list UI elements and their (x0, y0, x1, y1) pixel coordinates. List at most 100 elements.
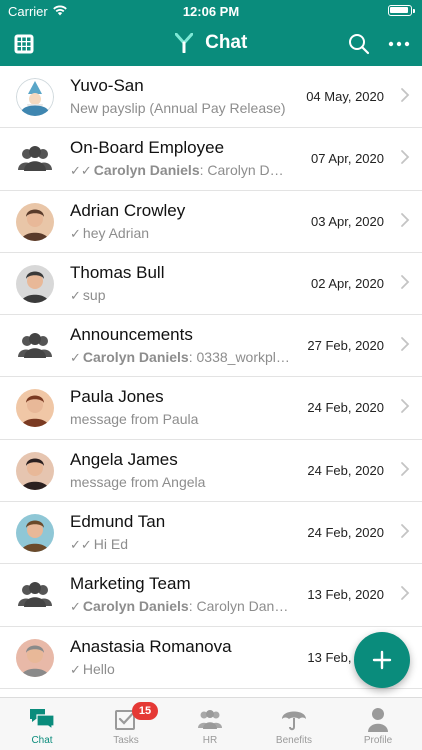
chat-list: Yuvo-San New payslip (Annual Pay Release… (0, 66, 422, 697)
chevron-right-icon (401, 461, 410, 476)
bot-avatar (16, 78, 54, 116)
chat-icon (30, 709, 55, 731)
chat-name: Edmund Tan (70, 512, 166, 532)
preview-text: : 0338_workplace (188, 349, 290, 366)
tab-hr[interactable]: HR (168, 698, 252, 750)
top-bar: Carrier 12:06 PM Chat (0, 0, 422, 66)
read-check-icon: ✓✓ (70, 537, 92, 553)
chat-row[interactable]: Marketing Team ✓ Carolyn Daniels: Carolyn… (0, 564, 422, 627)
tab-benefits[interactable]: Benefits (252, 698, 336, 750)
preview-text: Hello (82, 660, 115, 677)
page-title: Chat (205, 32, 248, 53)
tab-bar: Chat 15 Tasks HR Benefits Profile (0, 697, 422, 750)
chat-date: 27 Feb, 2020 (307, 338, 384, 354)
preview-sender: Carolyn Daniels (93, 162, 200, 179)
tab-chat[interactable]: Chat (0, 698, 84, 750)
sent-check-icon: ✓ (70, 350, 81, 366)
preview-sender: Carolyn Daniels (82, 349, 189, 366)
preview-text: sup (82, 286, 106, 303)
chat-preview: ✓ Hello (70, 661, 290, 678)
chat-name: Announcements (70, 325, 193, 345)
preview-text: : Carolyn Daniels joined (199, 162, 290, 179)
chat-name: Yuvo-San (70, 76, 144, 95)
chat-row[interactable]: On-Board Employee ✓✓ Carolyn Daniels: Car… (0, 128, 422, 191)
read-check-icon: ✓✓ (70, 163, 92, 179)
chat-date: 07 Apr, 2020 (310, 151, 384, 167)
chat-date: 04 May, 2020 (306, 89, 384, 104)
search-icon[interactable] (348, 33, 370, 55)
tab-profile[interactable]: Profile (336, 698, 420, 750)
plus-icon (372, 650, 392, 670)
chat-name: Marketing Team (70, 574, 191, 594)
profile-icon (368, 708, 388, 732)
chat-date: 24 Feb, 2020 (307, 525, 384, 541)
umbrella-icon (282, 711, 306, 731)
chat-date: 13 Feb, 2020 (307, 587, 384, 603)
hr-icon (198, 710, 222, 729)
chat-preview: ✓Carolyn Daniels: Carolyn Daniels joined (70, 598, 290, 615)
chat-preview: message from Angela (70, 474, 290, 490)
tab-label: Benefits (275, 735, 313, 746)
preview-text: : Carolyn Daniels joined (188, 598, 290, 615)
chat-row[interactable]: Paula Jones message from Paula 24 Feb, 2… (0, 377, 422, 440)
preview-text: Hi Ed (93, 536, 129, 553)
chevron-right-icon (401, 88, 410, 102)
tab-tasks[interactable]: 15 Tasks (84, 698, 168, 750)
tab-label: HR (202, 735, 218, 746)
chat-name: On-Board Employee (70, 138, 225, 158)
tasks-badge: 15 (132, 702, 158, 720)
battery-icon (388, 5, 415, 16)
chat-name: Angela James (70, 449, 178, 469)
chat-row[interactable]: Adrian Crowley ✓ hey Adrian 03 Apr, 2020 (0, 191, 422, 253)
group-icon (18, 146, 52, 172)
chat-preview: ✓ hey Adrian (70, 225, 290, 242)
group-icon (18, 333, 52, 359)
chat-preview: ✓ Carolyn Daniels: 0338_workplace (70, 349, 290, 366)
chevron-right-icon (401, 586, 410, 601)
preview-sender: Carolyn Daniels (82, 598, 189, 615)
chat-preview: New payslip (Annual Pay Release) (70, 100, 290, 116)
sent-check-icon: ✓ (70, 599, 81, 615)
chat-preview: ✓ sup (70, 287, 290, 304)
chat-row[interactable]: Edmund Tan ✓✓ Hi Ed 24 Feb, 2020 (0, 502, 422, 565)
status-bar: Carrier 12:06 PM (0, 0, 422, 22)
chat-name: Paula Jones (70, 387, 164, 407)
sent-check-icon: ✓ (70, 287, 81, 303)
status-time: 12:06 PM (182, 4, 240, 19)
avatar (16, 202, 54, 241)
avatar (16, 514, 54, 553)
preview-text: hey Adrian (82, 224, 150, 241)
chat-row[interactable]: Yuvo-San New payslip (Annual Pay Release… (0, 66, 422, 129)
chat-date: 02 Apr, 2020 (310, 275, 384, 291)
chevron-right-icon (401, 212, 410, 227)
chat-preview: message from Paula (70, 411, 290, 427)
chat-name: Adrian Crowley (70, 200, 186, 220)
sent-check-icon: ✓ (70, 661, 81, 677)
chat-date: 03 Apr, 2020 (310, 213, 384, 229)
chat-row[interactable]: Announcements ✓ Carolyn Daniels: 0338_wor… (0, 315, 422, 378)
sent-check-icon: ✓ (70, 225, 81, 241)
chevron-right-icon (401, 524, 410, 538)
chat-name: Thomas Bull (70, 262, 165, 282)
avatar (16, 451, 54, 490)
chat-preview: ✓✓Carolyn Daniels: Carolyn Daniels joine… (70, 162, 290, 179)
chat-name: Anastasia Romanova (70, 636, 232, 656)
group-icon (18, 582, 52, 608)
more-icon[interactable] (388, 33, 410, 55)
tab-label: Profile (363, 735, 393, 746)
preview-text: message from Angela (70, 473, 206, 490)
chat-date: 24 Feb, 2020 (307, 462, 384, 478)
new-chat-button[interactable] (354, 632, 410, 688)
chevron-right-icon (401, 399, 410, 414)
nav-bar: Chat (0, 22, 422, 66)
preview-text: message from Paula (70, 411, 199, 428)
chat-preview: ✓✓ Hi Ed (70, 536, 290, 553)
preview-text: New payslip (Annual Pay Release) (70, 100, 286, 116)
app-logo-icon (174, 33, 193, 53)
chat-date: 24 Feb, 2020 (307, 400, 384, 416)
chat-row[interactable]: Angela James message from Angela 24 Feb,… (0, 440, 422, 503)
chevron-right-icon (401, 274, 410, 289)
chat-row[interactable]: Thomas Bull ✓ sup 02 Apr, 2020 (0, 253, 422, 316)
avatar (16, 264, 54, 303)
tab-label: Tasks (113, 735, 139, 746)
